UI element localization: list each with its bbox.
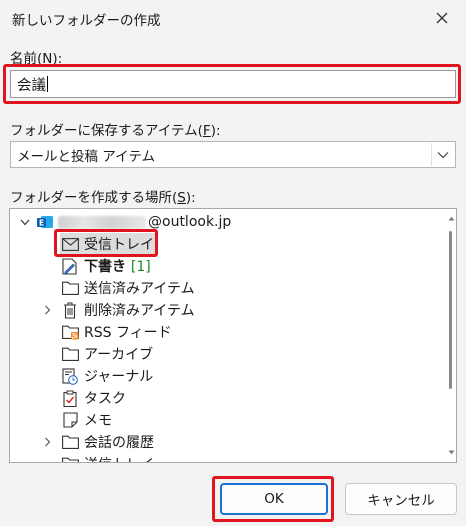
tree-item-label: 送信トレイ <box>84 454 154 462</box>
rss-icon <box>61 323 79 341</box>
tree-item-label: 受信トレイ <box>84 237 154 253</box>
task-icon <box>61 389 79 407</box>
title-bar: 新しいフォルダーの作成 <box>0 0 466 36</box>
tree-item-deleted[interactable]: 削除済みアイテム <box>10 299 440 321</box>
tree-item-label: タスク <box>84 391 126 407</box>
window-title: 新しいフォルダーの作成 <box>12 13 161 29</box>
scroll-up-icon[interactable] <box>446 213 456 223</box>
unread-count: [1] <box>130 259 151 275</box>
location-label: フォルダーを作成する場所(S): <box>10 190 196 206</box>
tree-item-label: ジャーナル <box>84 369 154 385</box>
folder-type-select[interactable]: メールと投稿 アイテム <box>10 141 456 168</box>
close-icon <box>436 12 448 24</box>
folder-icon <box>61 345 79 363</box>
tree-item-conversation-history[interactable]: 会話の履歴 <box>10 431 440 453</box>
folder-icon <box>61 279 79 297</box>
exchange-account-icon: E <box>36 213 54 231</box>
folder-icon <box>61 433 79 451</box>
tree-item-label: メモ <box>84 413 112 429</box>
cancel-button[interactable]: キャンセル <box>345 483 457 515</box>
trash-icon <box>61 301 79 319</box>
envelope-icon <box>61 235 79 253</box>
chevron-down-icon[interactable] <box>19 211 31 233</box>
folder-type-label: フォルダーに保存するアイテム(F): <box>10 123 221 139</box>
chevron-right-icon[interactable] <box>41 299 53 321</box>
account-email: @outlook.jp <box>58 214 231 230</box>
tree-item-sent[interactable]: 送信済みアイテム <box>10 277 440 299</box>
tree-item-label: RSS フィード <box>84 325 172 341</box>
tree-item-tasks[interactable]: タスク <box>10 387 440 409</box>
tree-item-drafts[interactable]: 下書き [1] <box>10 255 440 277</box>
close-button[interactable] <box>426 4 458 32</box>
tree-item-archive[interactable]: アーカイブ <box>10 343 440 365</box>
chevron-right-icon[interactable] <box>41 431 53 453</box>
tree-item-label: 会話の履歴 <box>84 435 154 451</box>
name-label: 名前(N): <box>10 51 63 67</box>
redacted-account-name <box>58 215 146 229</box>
tree-scrollbar[interactable] <box>448 213 454 457</box>
tree-item-label: 送信済みアイテム <box>84 281 195 297</box>
tree-item-notes[interactable]: メモ <box>10 409 440 431</box>
tree-item-inbox[interactable]: 受信トレイ <box>10 233 440 255</box>
tree-item-label: 下書き [1] <box>84 259 151 275</box>
note-icon <box>61 411 79 429</box>
tree-item-rss[interactable]: RSS フィード <box>10 321 440 343</box>
svg-text:E: E <box>39 218 44 227</box>
folder-name-input[interactable]: 会議 <box>10 70 456 98</box>
tree-item-label: アーカイブ <box>84 347 154 363</box>
pencil-note-icon <box>61 257 79 275</box>
tree-item-account[interactable]: E @outlook.jp <box>10 211 440 233</box>
new-folder-dialog: 新しいフォルダーの作成 名前(N): 会議 フォルダーに保存するアイテム(F):… <box>0 0 466 526</box>
scroll-down-icon[interactable] <box>446 447 456 457</box>
ok-button[interactable]: OK <box>220 483 328 515</box>
tree-item-journal[interactable]: ジャーナル <box>10 365 440 387</box>
folder-tree[interactable]: E @outlook.jp 受信トレイ 下書き [1] 送信済みアイテム 削除済… <box>9 208 457 463</box>
text-caret <box>47 76 48 92</box>
chevron-down-icon <box>437 151 449 158</box>
scroll-thumb[interactable] <box>449 231 452 389</box>
dropdown-button[interactable] <box>431 143 454 166</box>
outbox-icon <box>61 455 79 462</box>
tree-item-label: 削除済みアイテム <box>84 303 195 319</box>
folder-name-value: 会議 <box>17 77 46 94</box>
tree-item-outbox[interactable]: 送信トレイ <box>10 453 440 462</box>
journal-icon <box>61 367 79 385</box>
folder-type-value: メールと投稿 アイテム <box>17 148 155 165</box>
